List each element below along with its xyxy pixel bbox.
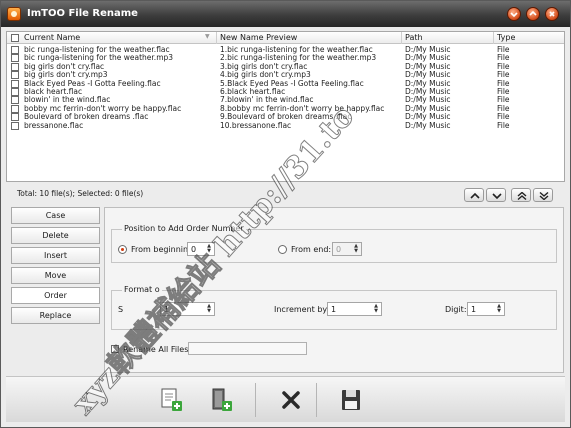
toolbar-separator xyxy=(255,383,256,417)
row-checkbox[interactable] xyxy=(11,88,19,96)
row-checkbox[interactable] xyxy=(11,62,19,71)
move-top-button[interactable] xyxy=(511,188,531,202)
clear-button[interactable] xyxy=(276,385,306,415)
tab-replace[interactable]: Replace xyxy=(11,307,100,324)
table-row[interactable]: Black Eyed Peas -I Gotta Feeling.flac 5.B… xyxy=(7,79,564,88)
column-type[interactable]: Type xyxy=(494,32,564,44)
from-end-value: 0 xyxy=(336,245,342,254)
clear-icon xyxy=(282,391,300,409)
stepper-arrows-icon[interactable]: ▲ ▼ xyxy=(496,304,502,315)
row-checkbox[interactable] xyxy=(11,54,19,63)
stepper-arrows-icon[interactable]: ▲ ▼ xyxy=(206,244,212,255)
position-group: Position to Add Order Number From beginn… xyxy=(111,224,557,263)
format-group: Format o S 1 ▲ ▼ Increment by: 1 ▲ ▼ Digit… xyxy=(111,285,557,330)
toolbar-separator xyxy=(316,383,317,417)
move-up-icon xyxy=(470,192,480,199)
file-list[interactable]: Current Name ▼ New Name Preview Path Typ… xyxy=(6,31,565,182)
increment-label: Increment by: xyxy=(274,305,330,314)
move-top-icon xyxy=(517,192,527,200)
close-button[interactable] xyxy=(545,7,559,21)
row-checkbox[interactable] xyxy=(11,79,19,88)
tab-delete[interactable]: Delete xyxy=(11,227,100,244)
cell-type: File xyxy=(497,120,510,130)
start-value: 1 xyxy=(164,305,170,314)
move-down-icon xyxy=(492,193,502,200)
row-checkbox[interactable] xyxy=(11,71,19,80)
minimize-button[interactable] xyxy=(507,7,521,21)
add-folder-button[interactable] xyxy=(207,385,237,415)
digit-value: 1 xyxy=(471,305,477,314)
from-end-label: From end: xyxy=(291,245,332,254)
from-end-radio[interactable] xyxy=(278,245,287,254)
tab-order[interactable]: Order xyxy=(11,287,100,304)
digit-stepper[interactable]: 1 ▲ ▼ xyxy=(467,302,505,316)
app-logo-icon xyxy=(7,7,21,21)
move-bottom-button[interactable] xyxy=(533,188,553,202)
increment-stepper[interactable]: 1 ▲ ▼ xyxy=(327,302,382,316)
row-checkbox[interactable] xyxy=(11,113,19,122)
from-beginning-value: 0 xyxy=(191,245,197,254)
from-beginning-radio[interactable] xyxy=(118,245,127,254)
position-group-title: Position to Add Order Number xyxy=(122,224,246,233)
row-checkbox[interactable] xyxy=(11,104,19,113)
cell-current: bressanone.flac xyxy=(24,120,84,130)
cell-preview: 10.bressanone.flac xyxy=(220,120,292,130)
save-button[interactable] xyxy=(336,385,366,415)
tab-move[interactable]: Move xyxy=(11,267,100,284)
maximize-button[interactable] xyxy=(526,7,540,21)
move-down-button[interactable] xyxy=(486,188,506,202)
row-checkbox[interactable] xyxy=(11,46,19,54)
from-beginning-stepper[interactable]: 0 ▲ ▼ xyxy=(187,242,215,256)
tab-insert[interactable]: Insert xyxy=(11,247,100,264)
column-path[interactable]: Path xyxy=(402,32,494,44)
add-file-icon xyxy=(161,388,182,411)
column-current-name[interactable]: Current Name xyxy=(21,32,217,44)
stepper-arrows-icon[interactable]: ▲ ▼ xyxy=(373,304,379,315)
cell-path: D:/My Music xyxy=(405,120,451,130)
status-bar: Total: 10 file(s); Selected: 0 file(s) xyxy=(6,184,565,202)
column-new-name-preview[interactable]: New Name Preview xyxy=(217,32,402,44)
tab-case[interactable]: Case xyxy=(11,207,100,224)
file-count-status: Total: 10 file(s); Selected: 0 file(s) xyxy=(17,189,144,198)
sort-arrow-icon: ▼ xyxy=(205,33,210,40)
bottom-toolbar xyxy=(6,376,565,422)
from-end-stepper[interactable]: 0 ▲ ▼ xyxy=(332,242,362,256)
add-file-button[interactable] xyxy=(157,385,187,415)
save-icon xyxy=(342,390,360,410)
select-all-checkbox[interactable] xyxy=(11,34,19,42)
close-icon xyxy=(549,11,555,17)
order-panel: Position to Add Order Number From beginn… xyxy=(104,207,564,373)
app-window: ImTOO File Rename Current Name ▼ New Nam… xyxy=(0,0,571,428)
row-checkbox[interactable] xyxy=(11,96,19,105)
stepper-arrows-icon[interactable]: ▲ ▼ xyxy=(353,244,359,255)
format-group-title: Format o xyxy=(122,285,162,294)
digit-label: Digit: xyxy=(445,305,467,314)
stepper-arrows-icon[interactable]: ▲ ▼ xyxy=(206,304,212,315)
row-checkbox[interactable] xyxy=(11,121,19,130)
move-up-button[interactable] xyxy=(464,188,484,202)
start-label: S xyxy=(118,305,124,314)
table-row[interactable]: bressanone.flac 10.bressanone.flac D:/My M… xyxy=(7,120,564,130)
title-bar[interactable]: ImTOO File Rename xyxy=(1,1,570,27)
window-title: ImTOO File Rename xyxy=(27,8,138,19)
rename-all-field[interactable] xyxy=(188,342,307,355)
start-stepper[interactable]: 1 ▲ ▼ xyxy=(160,302,215,316)
increment-value: 1 xyxy=(331,305,337,314)
minimize-icon xyxy=(510,12,518,18)
move-bottom-icon xyxy=(539,192,549,200)
add-folder-icon xyxy=(212,388,232,411)
file-list-header: Current Name ▼ New Name Preview Path Typ… xyxy=(7,32,564,44)
rename-all-checkbox[interactable] xyxy=(111,345,119,353)
maximize-icon xyxy=(529,10,537,16)
